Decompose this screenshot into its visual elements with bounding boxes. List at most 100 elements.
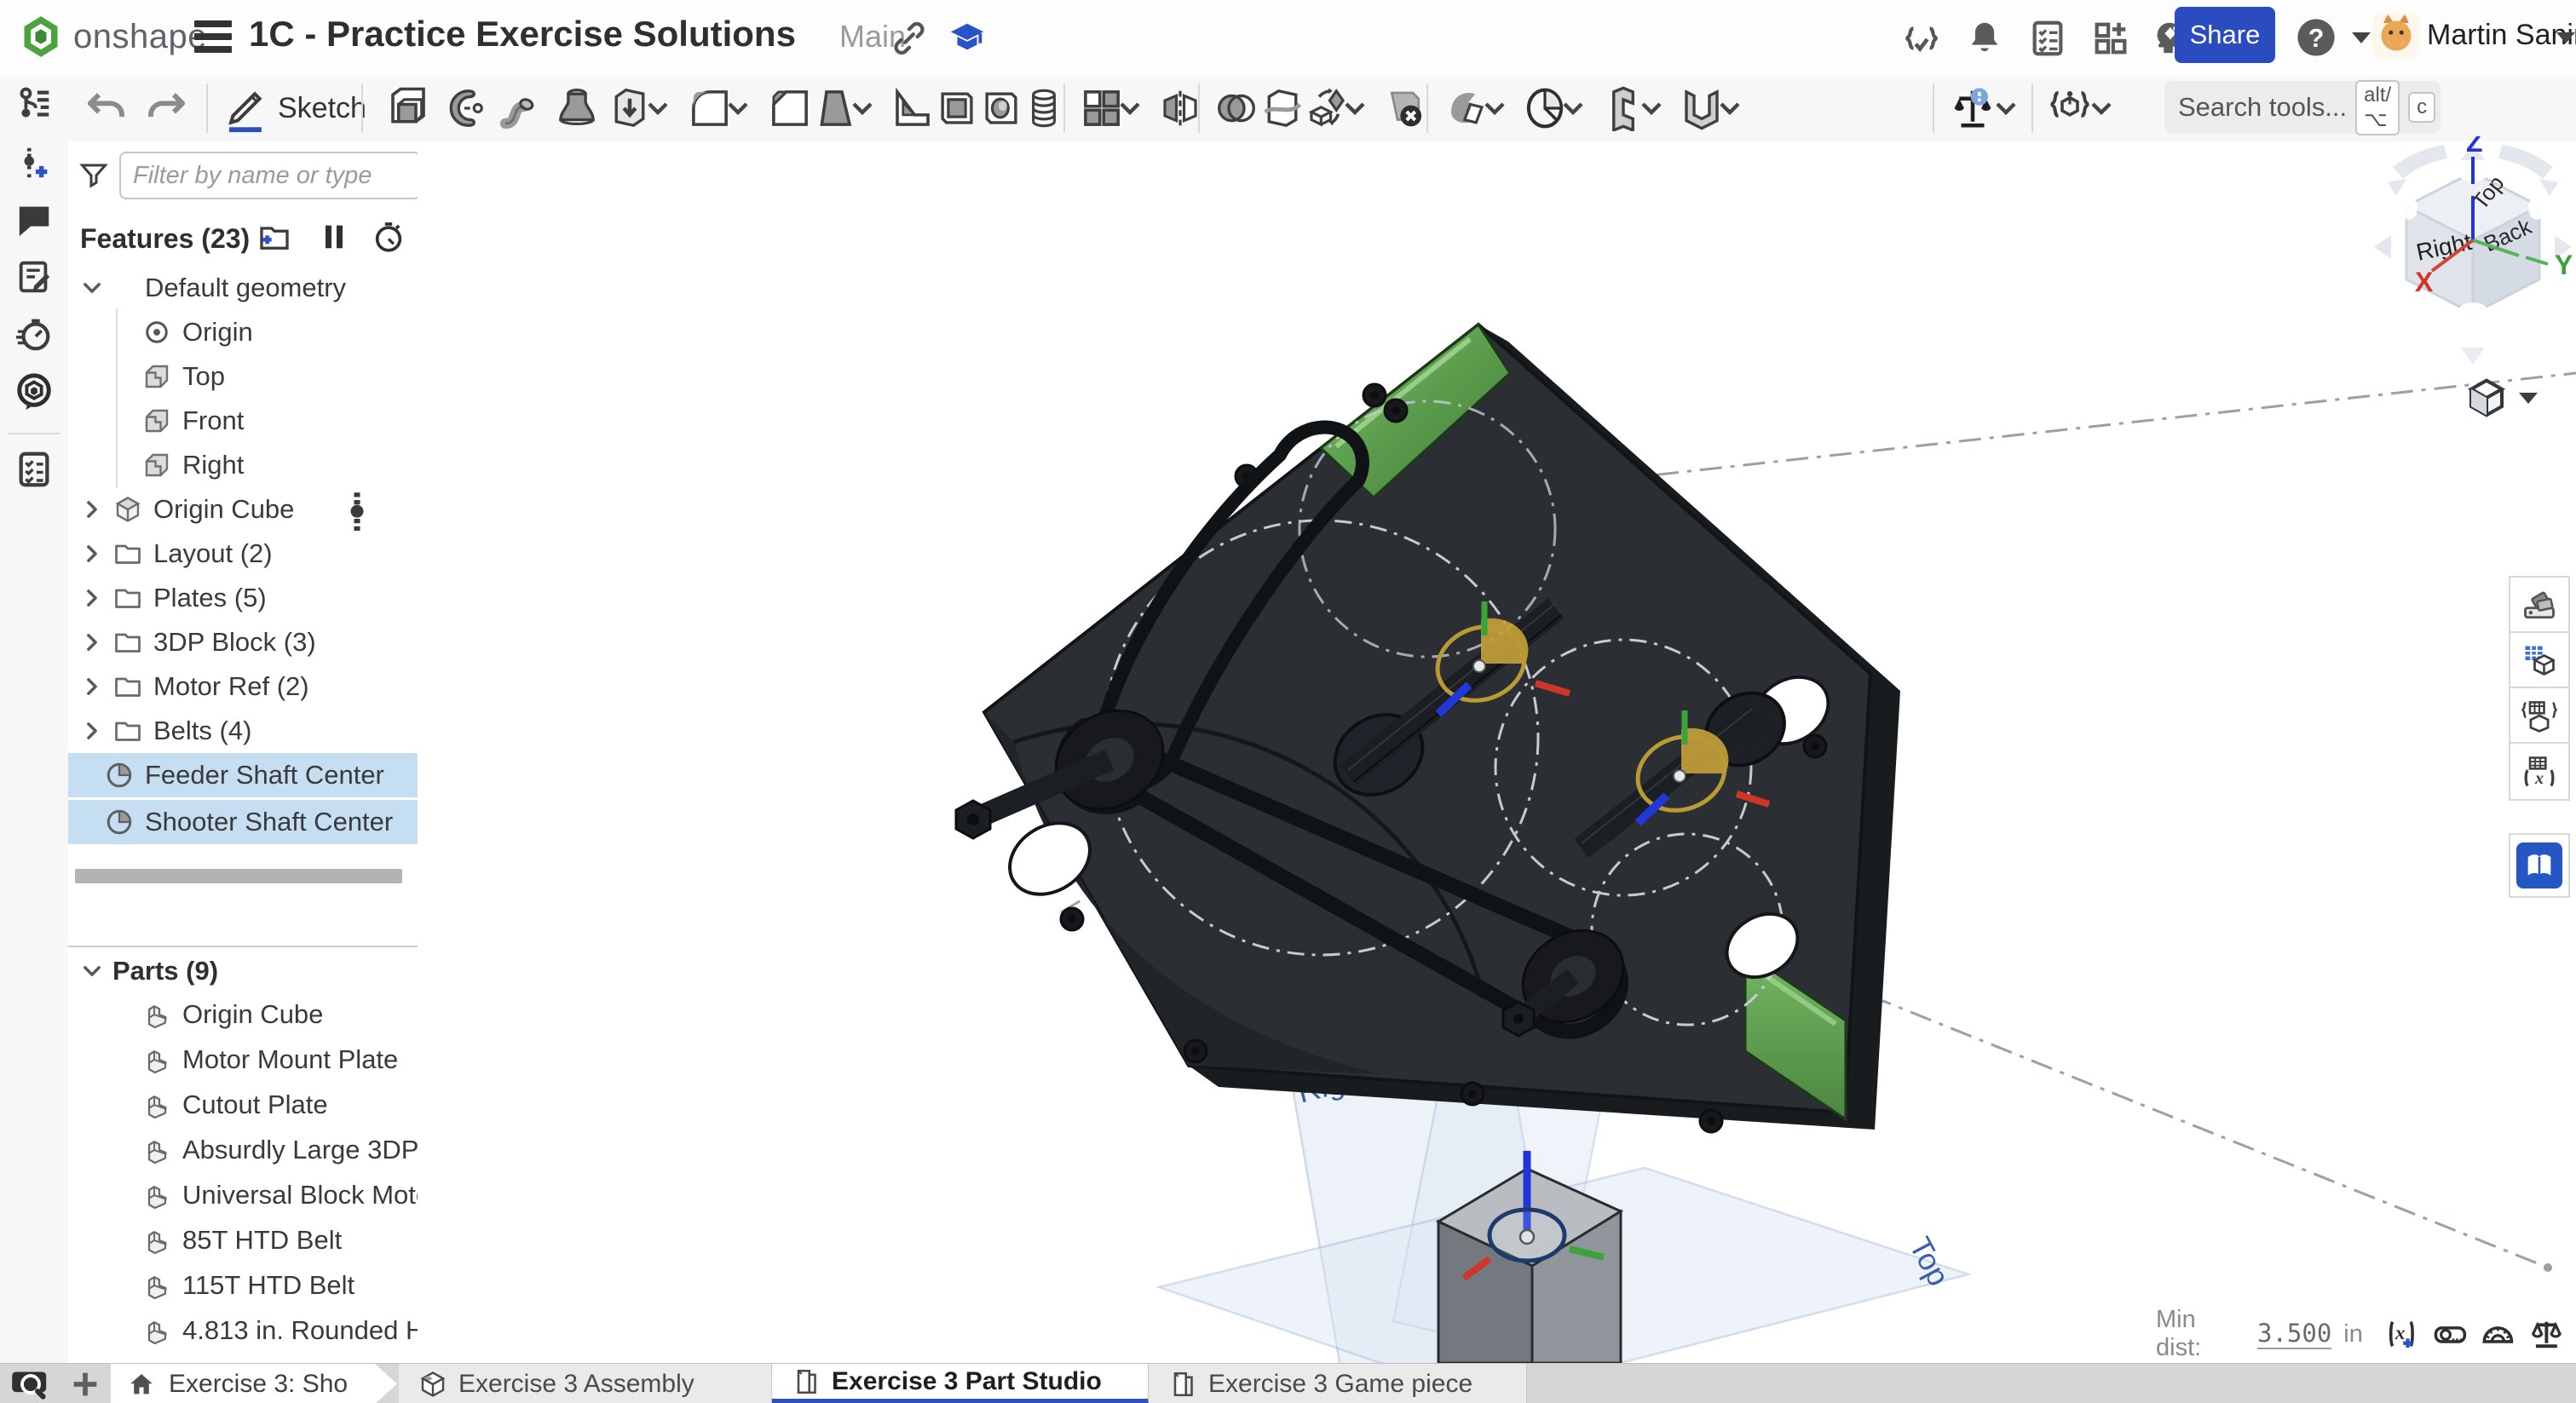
rollback-handle-dots[interactable] bbox=[348, 402, 366, 440]
appearance-panel-button[interactable] bbox=[2510, 578, 2568, 633]
rollback-handle-dots[interactable] bbox=[348, 803, 366, 841]
tree-chevron-icon[interactable] bbox=[80, 719, 104, 743]
extrude-tool[interactable] bbox=[385, 85, 431, 131]
rollback-handle-dots[interactable] bbox=[348, 446, 366, 484]
feature-tree-item[interactable]: Motor Ref (2) bbox=[68, 664, 418, 709]
tree-chevron-icon[interactable] bbox=[68, 810, 92, 834]
document-tab[interactable]: Exercise 3 Game piece bbox=[1149, 1364, 1527, 1403]
thread-tool[interactable] bbox=[1021, 85, 1067, 131]
document-notes-icon[interactable] bbox=[14, 257, 54, 296]
filter-input[interactable] bbox=[119, 152, 418, 199]
rollback-handle-dots[interactable] bbox=[348, 313, 366, 351]
feature-tree-item[interactable]: Origin bbox=[68, 310, 418, 354]
rollback-handle-dots[interactable] bbox=[348, 668, 366, 705]
user-name[interactable]: Martin Sanin bbox=[2427, 19, 2576, 52]
notifications-bell-icon[interactable] bbox=[1965, 19, 2004, 58]
part-list-item[interactable]: Absurdly Large 3DP bbox=[68, 1127, 418, 1172]
loft-tool[interactable] bbox=[554, 85, 600, 131]
measure-tape-icon[interactable] bbox=[2432, 1315, 2469, 1353]
tasks-checklist-icon[interactable] bbox=[2028, 19, 2067, 58]
feature-tree-item[interactable]: Layout (2) bbox=[68, 532, 418, 576]
comments-icon[interactable] bbox=[14, 200, 54, 239]
delete-part-tool[interactable] bbox=[1382, 85, 1428, 131]
tree-chevron-icon[interactable] bbox=[68, 365, 92, 388]
feature-tree-item[interactable]: Default geometry bbox=[68, 266, 418, 310]
tree-chevron-icon[interactable] bbox=[80, 675, 104, 699]
user-avatar[interactable] bbox=[2371, 10, 2422, 61]
rollback-handle-dots[interactable] bbox=[348, 535, 366, 572]
variables-panel-button[interactable]: x bbox=[2510, 744, 2568, 799]
sweep-tool[interactable] bbox=[498, 85, 544, 131]
rollback-handle-dots[interactable] bbox=[348, 712, 366, 750]
feature-tree-item[interactable]: Shooter Shaft Center bbox=[68, 800, 418, 844]
enclose-menu-caret[interactable] bbox=[1718, 99, 1742, 119]
custom-feature-menu-caret[interactable] bbox=[2089, 99, 2113, 119]
thicken-menu-caret[interactable] bbox=[646, 99, 670, 119]
mass-properties-icon[interactable] bbox=[2528, 1315, 2565, 1353]
part-list-item[interactable]: 4.813 in. Rounded Hex... bbox=[68, 1308, 418, 1353]
regeneration-time-icon[interactable] bbox=[372, 220, 406, 254]
help-caret-icon[interactable] bbox=[2352, 32, 2371, 43]
parts-section-header[interactable]: Parts (9) bbox=[68, 951, 418, 992]
fillet-menu-caret[interactable] bbox=[726, 99, 750, 119]
part-list-item[interactable]: Universal Block Motor bbox=[68, 1172, 418, 1217]
tree-chevron-icon[interactable] bbox=[80, 630, 104, 654]
rib-tool[interactable] bbox=[890, 85, 936, 131]
suppress-pause-icon[interactable] bbox=[317, 220, 351, 254]
apps-grid-icon[interactable] bbox=[2091, 19, 2130, 58]
versions-history-icon[interactable] bbox=[14, 85, 54, 124]
part-list-item[interactable]: Origin Cube bbox=[68, 992, 418, 1037]
rollback-handle-dots[interactable] bbox=[348, 756, 366, 794]
mate-connector-menu-caret[interactable] bbox=[1561, 99, 1585, 119]
tree-chevron-icon[interactable] bbox=[80, 276, 104, 300]
feature-tree-item[interactable]: 3DP Block (3) bbox=[68, 620, 418, 664]
rollback-handle-dots[interactable] bbox=[348, 624, 366, 661]
sketch-button[interactable]: Sketch bbox=[223, 83, 366, 133]
view-cube[interactable]: Top Right Back Z Y X bbox=[2362, 136, 2576, 383]
document-tab[interactable]: Exercise 3 Assembly bbox=[399, 1364, 772, 1403]
part-list-item[interactable]: 85T HTD Belt bbox=[68, 1217, 418, 1262]
new-folder-icon[interactable] bbox=[257, 220, 291, 254]
measure-menu-caret[interactable] bbox=[1994, 99, 2018, 119]
rollback-handle-dots[interactable] bbox=[348, 491, 366, 528]
custom-tables-panel-button[interactable] bbox=[2510, 688, 2568, 744]
onshape-logo[interactable]: onshape bbox=[19, 14, 207, 59]
chamfer-tool[interactable] bbox=[767, 85, 813, 131]
feature-tree-item[interactable]: Origin Cube bbox=[68, 487, 418, 532]
3d-viewport[interactable]: Right bbox=[418, 141, 2576, 1363]
undo-button[interactable] bbox=[84, 85, 130, 131]
transform-menu-caret[interactable] bbox=[1343, 99, 1367, 119]
view-options-button[interactable] bbox=[2463, 373, 2541, 423]
document-title[interactable]: 1C - Practice Exercise Solutions bbox=[249, 14, 796, 55]
sheet-metal-menu-caret[interactable] bbox=[1640, 99, 1663, 119]
tree-chevron-icon[interactable] bbox=[80, 497, 104, 521]
tree-chevron-icon[interactable] bbox=[68, 320, 92, 344]
help-icon[interactable]: ? bbox=[2294, 15, 2338, 60]
tree-chevron-icon[interactable] bbox=[80, 586, 104, 610]
tree-chevron-icon[interactable] bbox=[68, 409, 92, 433]
feature-tree-item[interactable]: Top bbox=[68, 354, 418, 399]
feature-tree-item[interactable]: Feeder Shaft Center bbox=[68, 753, 418, 797]
feature-tree-item[interactable]: Plates (5) bbox=[68, 576, 418, 620]
insert-version-icon[interactable] bbox=[14, 143, 54, 182]
custom-feature-tool[interactable] bbox=[2047, 85, 2093, 131]
document-tab[interactable]: Exercise 3 Part Studio bbox=[772, 1364, 1149, 1403]
configurations-panel-button[interactable] bbox=[2510, 633, 2568, 688]
tab-manager-button[interactable] bbox=[9, 1367, 53, 1401]
document-menu-icon[interactable] bbox=[194, 20, 232, 56]
share-button[interactable]: Share bbox=[2175, 7, 2275, 63]
add-tab-button[interactable] bbox=[66, 1367, 104, 1401]
home-tab[interactable]: Exercise 3: Sho bbox=[111, 1364, 397, 1403]
redo-button[interactable] bbox=[143, 85, 189, 131]
measure-scale-tool[interactable] bbox=[1950, 85, 1996, 131]
split-tool[interactable] bbox=[1259, 85, 1305, 131]
revolve-tool[interactable] bbox=[441, 85, 487, 131]
feature-tree-item[interactable]: Right bbox=[68, 443, 418, 487]
part-list-item[interactable]: Cutout Plate bbox=[68, 1082, 418, 1127]
draft-menu-caret[interactable] bbox=[850, 99, 874, 119]
tree-chevron-icon[interactable] bbox=[68, 453, 92, 477]
feature-tree-item[interactable]: Belts (4) bbox=[68, 709, 418, 753]
create-variable-icon[interactable]: x bbox=[2383, 1315, 2420, 1353]
user-menu-caret-icon[interactable] bbox=[2556, 32, 2575, 43]
tree-chevron-icon[interactable] bbox=[68, 763, 92, 787]
